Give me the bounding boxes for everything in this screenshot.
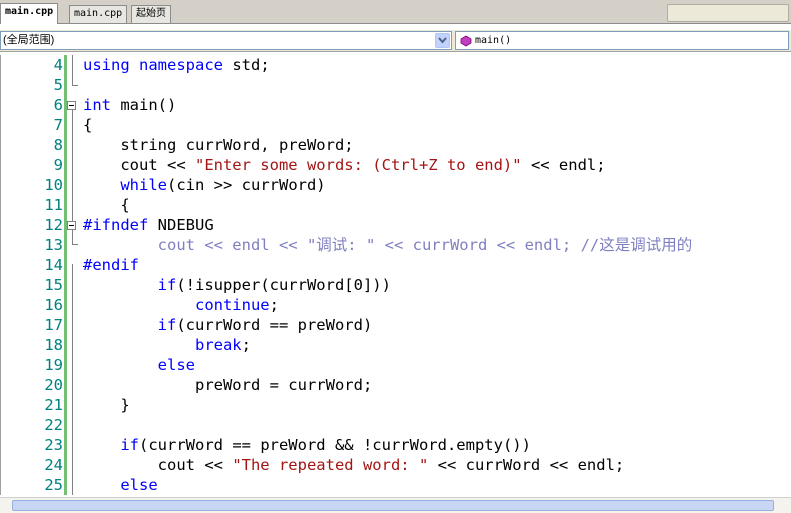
code-line[interactable]: 9 cout << "Enter some words: (Ctrl+Z to …	[0, 155, 791, 175]
tab-main-cpp-active[interactable]: main.cpp	[0, 3, 59, 24]
code-text[interactable]: continue;	[83, 295, 279, 315]
line-number: 16	[44, 296, 63, 314]
code-text[interactable]: if(currWord == preWord && !currWord.empt…	[83, 435, 531, 455]
code-line[interactable]: 12 #ifndef NDEBUG	[0, 215, 791, 235]
code-line[interactable]: 18 break;	[0, 335, 791, 355]
line-number: 15	[44, 276, 63, 294]
line-number: 5	[53, 76, 63, 94]
code-text[interactable]: cout << endl << "调试: " << currWord << en…	[83, 235, 693, 255]
code-text[interactable]: string currWord, preWord;	[83, 135, 353, 155]
code-line[interactable]: 13 cout << endl << "调试: " << currWord <<…	[0, 235, 791, 255]
navigation-bar: (全局范围) main()	[0, 30, 791, 52]
code-line[interactable]: 22	[0, 415, 791, 435]
code-line[interactable]: 14 #endif	[0, 255, 791, 275]
line-number: 22	[44, 416, 63, 434]
code-text[interactable]: #endif	[83, 255, 139, 275]
code-line[interactable]: 23 if(currWord == preWord && !currWord.e…	[0, 435, 791, 455]
line-number: 18	[44, 336, 63, 354]
chevron-down-icon[interactable]	[435, 33, 450, 48]
code-line[interactable]: 4 using namespace std;	[0, 55, 791, 75]
code-text[interactable]: if(!isupper(currWord[0]))	[83, 275, 391, 295]
code-line[interactable]: 10 while(cin >> currWord)	[0, 175, 791, 195]
code-text[interactable]: #ifndef NDEBUG	[83, 215, 214, 235]
line-number: 10	[44, 176, 63, 194]
line-number: 24	[44, 456, 63, 474]
line-number: 19	[44, 356, 63, 374]
code-editor[interactable]: 4 using namespace std; 5 6 int main() 7{8 str…	[0, 55, 791, 495]
line-number: 25	[44, 476, 63, 494]
line-number: 9	[53, 156, 63, 174]
line-number: 11	[44, 196, 63, 214]
method-icon	[460, 35, 472, 53]
line-number: 13	[44, 236, 63, 254]
line-number: 21	[44, 396, 63, 414]
code-text[interactable]: preWord = currWord;	[83, 375, 372, 395]
code-line[interactable]: 8 string currWord, preWord;	[0, 135, 791, 155]
code-text[interactable]: cout << "Enter some words: (Ctrl+Z to en…	[83, 155, 605, 175]
code-text[interactable]: using namespace std;	[83, 55, 270, 75]
code-line[interactable]: 24 cout << "The repeated word: " << curr…	[0, 455, 791, 475]
line-number: 12	[44, 216, 63, 234]
code-line[interactable]: 19 else	[0, 355, 791, 375]
tab-main-cpp[interactable]: main.cpp	[69, 5, 128, 23]
scope-dropdown-value: (全局范围)	[3, 34, 55, 46]
line-number: 20	[44, 376, 63, 394]
line-number: 6	[53, 96, 63, 114]
code-text[interactable]: else	[83, 355, 195, 375]
code-line[interactable]: 5	[0, 75, 791, 95]
tab-start-page[interactable]: 起始页	[131, 5, 171, 23]
line-number: 7	[53, 116, 63, 134]
horizontal-scrollbar-thumb[interactable]	[12, 500, 774, 511]
code-text[interactable]: while(cin >> currWord)	[83, 175, 325, 195]
line-number: 14	[44, 256, 63, 274]
line-number: 23	[44, 436, 63, 454]
horizontal-scrollbar[interactable]	[0, 497, 791, 513]
code-line[interactable]: 25 else	[0, 475, 791, 495]
code-line[interactable]: 20 preWord = currWord;	[0, 375, 791, 395]
code-line[interactable]: 11 {	[0, 195, 791, 215]
code-text[interactable]: }	[83, 395, 129, 415]
code-text[interactable]: break;	[83, 335, 251, 355]
line-number: 8	[53, 136, 63, 154]
code-text[interactable]: {	[83, 115, 92, 135]
function-dropdown-value: main()	[475, 35, 512, 46]
line-number: 17	[44, 316, 63, 334]
code-line[interactable]: 16 continue;	[0, 295, 791, 315]
code-line[interactable]: 6 int main()	[0, 95, 791, 115]
scope-dropdown[interactable]: (全局范围)	[0, 31, 452, 50]
code-line[interactable]: 17 if(currWord == preWord)	[0, 315, 791, 335]
code-line[interactable]: 7{	[0, 115, 791, 135]
code-text[interactable]: cout << "The repeated word: " << currWor…	[83, 455, 625, 475]
document-tab-strip: main.cpp main.cpp 起始页	[0, 0, 791, 24]
tab-scroll-area	[667, 4, 789, 22]
code-line[interactable]: 21 }	[0, 395, 791, 415]
line-number: 4	[53, 56, 63, 74]
code-text[interactable]: int main()	[83, 95, 176, 115]
code-line[interactable]: 15 if(!isupper(currWord[0]))	[0, 275, 791, 295]
function-dropdown[interactable]: main()	[455, 31, 789, 50]
code-text[interactable]: {	[83, 195, 129, 215]
code-text[interactable]: if(currWord == preWord)	[83, 315, 373, 335]
code-text[interactable]: else	[83, 475, 157, 495]
